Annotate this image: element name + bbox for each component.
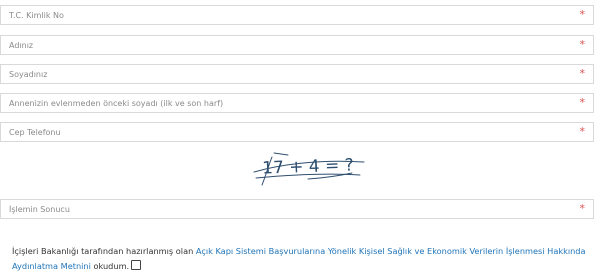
operation-result-field[interactable]: * <box>0 199 594 219</box>
tc-kimlik-no-input[interactable] <box>1 6 593 24</box>
mother-maiden-name-field[interactable]: * <box>0 93 594 113</box>
first-name-input[interactable] <box>1 36 593 54</box>
first-name-field[interactable]: * <box>0 35 594 55</box>
captcha-text: 17 + 4 = ? <box>262 155 354 178</box>
mobile-phone-input[interactable] <box>1 123 593 141</box>
consent-checkbox[interactable] <box>131 260 142 270</box>
operation-result-input[interactable] <box>1 200 593 218</box>
consent-prefix: İçişleri Bakanlığı tarafından hazırlanmı… <box>12 246 196 256</box>
mother-maiden-name-input[interactable] <box>1 94 593 112</box>
mobile-phone-field[interactable]: * <box>0 122 594 142</box>
last-name-field[interactable]: * <box>0 64 594 84</box>
last-name-input[interactable] <box>1 65 593 83</box>
tc-kimlik-no-field[interactable]: * <box>0 5 594 25</box>
consent-statement: İçişleri Bakanlığı tarafından hazırlanmı… <box>12 244 597 274</box>
captcha-image: 17 + 4 = ? <box>248 145 368 187</box>
consent-suffix: okudum. <box>90 261 130 271</box>
